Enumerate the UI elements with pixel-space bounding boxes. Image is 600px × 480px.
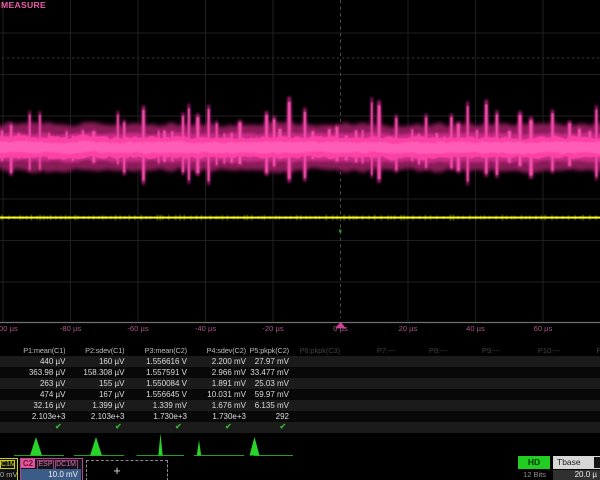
svg-text:-40 µs: -40 µs	[195, 324, 216, 333]
svg-text:MEASURE: MEASURE	[1, 0, 46, 10]
svg-text:40 µs: 40 µs	[466, 324, 485, 333]
svg-text:-100 µs: -100 µs	[0, 324, 18, 333]
svg-text:-20 µs: -20 µs	[262, 324, 283, 333]
svg-text:20 µs: 20 µs	[399, 324, 418, 333]
svg-text:-60 µs: -60 µs	[127, 324, 148, 333]
svg-text:-80 µs: -80 µs	[60, 324, 81, 333]
svg-text:60 µs: 60 µs	[534, 324, 553, 333]
